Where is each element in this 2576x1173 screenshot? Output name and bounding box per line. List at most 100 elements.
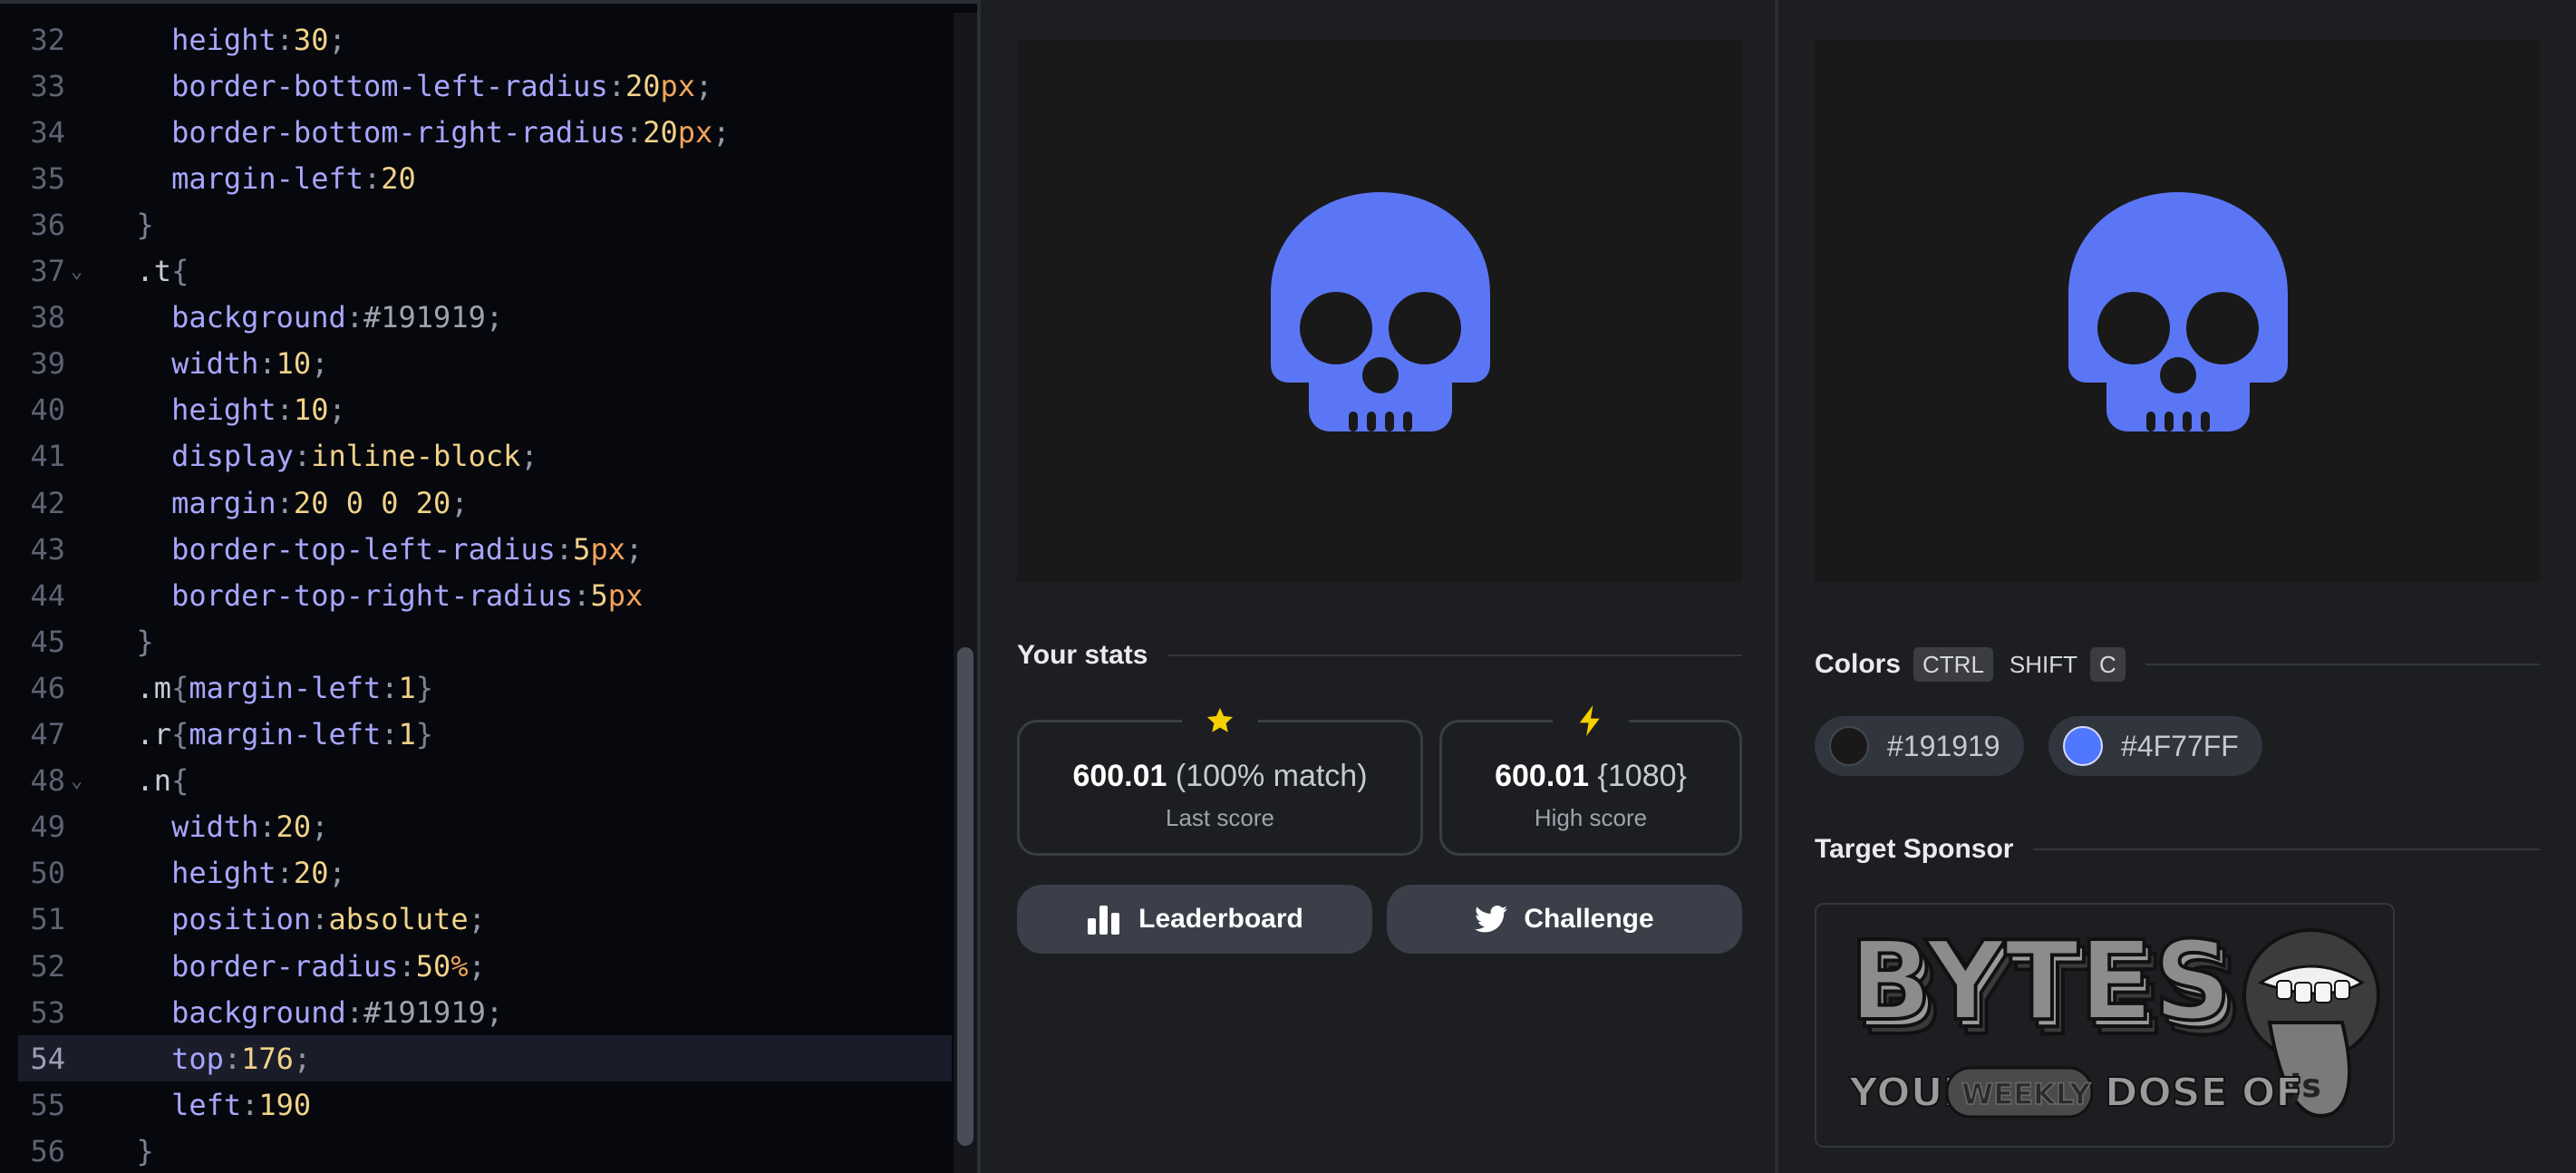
sponsor-heading: Target Sponsor	[1815, 834, 2540, 865]
high-score-chars: {1080}	[1597, 759, 1687, 793]
challenge-button[interactable]: Challenge	[1387, 885, 1742, 954]
line-number: 38	[30, 300, 65, 335]
color-swatch	[2063, 726, 2103, 766]
last-score-card: 600.01 (100% match) Last score	[1017, 701, 1423, 856]
line-number: 48	[30, 763, 65, 799]
color-hex-label: #191919	[1887, 729, 2000, 762]
line-number: 50	[30, 856, 65, 891]
code-text: height:30;	[171, 22, 346, 57]
code-line[interactable]: 55 left:190	[0, 1081, 954, 1128]
line-number: 49	[30, 809, 65, 845]
code-text: .t{	[136, 254, 189, 288]
line-number: 34	[30, 114, 65, 150]
line-number: 54	[30, 1041, 65, 1076]
line-number: 56	[30, 1133, 65, 1168]
code-text: border-bottom-right-radius:20px;	[171, 114, 731, 150]
code-line[interactable]: 32 height:30;	[0, 16, 954, 63]
line-number: 35	[30, 160, 65, 196]
line-number: 46	[30, 670, 65, 705]
code-line[interactable]: 47 .r{margin-left:1}	[0, 712, 954, 758]
code-line[interactable]: 33 border-bottom-left-radius:20px;	[0, 63, 954, 109]
leaderboard-label: Leaderboard	[1138, 904, 1303, 934]
line-number: 43	[30, 531, 65, 567]
fold-chevron-icon[interactable]: ⌄	[65, 260, 102, 283]
code-line[interactable]: 50 height:20;	[0, 850, 954, 897]
code-line[interactable]: 38 background:#191919;	[0, 295, 954, 341]
code-line[interactable]: 46 .m{margin-left:1}	[0, 664, 954, 711]
code-line[interactable]: 37 ⌄ .t{	[0, 248, 954, 295]
code-text: left:190	[171, 1087, 312, 1122]
code-text: .m{margin-left:1}	[136, 670, 434, 705]
line-number: 37	[30, 254, 65, 288]
code-text: width:10;	[171, 346, 329, 382]
section-divider	[2145, 664, 2540, 665]
code-text: }	[136, 207, 154, 242]
code-text: background:#191919;	[171, 300, 504, 335]
high-score-card: 600.01 {1080} High score	[1439, 701, 1742, 856]
target-preview[interactable]	[1815, 40, 2540, 582]
last-score-label: Last score	[1166, 804, 1274, 831]
code-line[interactable]: 42 margin:20 0 0 20;	[0, 480, 954, 526]
sponsor-heading-text: Target Sponsor	[1815, 834, 2014, 864]
shortcut-key-c: C	[2090, 647, 2126, 682]
code-line[interactable]: 51 position:absolute;	[0, 897, 954, 943]
code-line[interactable]: 36 }	[0, 201, 954, 247]
line-number: 47	[30, 717, 65, 751]
code-text: margin-left:20	[171, 160, 416, 196]
lightning-icon	[1553, 701, 1629, 741]
code-text: }	[136, 1133, 154, 1168]
last-score-value: 600.01 (100% match)	[1020, 759, 1420, 794]
line-number: 55	[30, 1087, 65, 1122]
line-number: 52	[30, 948, 65, 984]
fold-chevron-icon[interactable]: ⌄	[65, 770, 102, 792]
leaderboard-button[interactable]: Leaderboard	[1017, 885, 1372, 954]
code-line[interactable]: 35 margin-left:20	[0, 155, 954, 201]
code-line[interactable]: 41 display:inline-block;	[0, 433, 954, 480]
color-chip-accent[interactable]: #4F77FF	[2048, 716, 2262, 776]
code-line[interactable]: 40 height:10;	[0, 387, 954, 433]
editor-scrollbar-thumb[interactable]	[957, 647, 973, 1146]
section-divider	[2033, 848, 2540, 850]
line-number: 45	[30, 624, 65, 659]
code-line[interactable]: 34 border-bottom-right-radius:20px;	[0, 109, 954, 155]
stats-heading: Your stats	[1017, 640, 1742, 671]
code-text: background:#191919;	[171, 994, 504, 1030]
sponsor-banner[interactable]: BYTES BYTES BYTES Js YOUR WEEKLY DOSE OF	[1815, 903, 2395, 1148]
code-text: height:10;	[171, 393, 346, 428]
color-chip-background[interactable]: #191919	[1815, 716, 2024, 776]
line-number: 42	[30, 485, 65, 520]
high-score-value: 600.01 {1080}	[1442, 759, 1739, 794]
skull-target-image	[2068, 192, 2288, 431]
code-line[interactable]: 44 border-top-right-radius:5px	[0, 572, 954, 618]
code-line[interactable]: 53 background:#191919;	[0, 989, 954, 1035]
code-line[interactable]: 39 width:10;	[0, 341, 954, 387]
last-score-number: 600.01	[1072, 759, 1167, 793]
code-line[interactable]: 49 width:20;	[0, 804, 954, 850]
code-line[interactable]: 56 }	[0, 1128, 954, 1173]
challenge-label: Challenge	[1524, 904, 1654, 934]
svg-text:BYTES: BYTES	[1849, 919, 2232, 1045]
code-text: width:20;	[171, 809, 329, 845]
line-number: 36	[30, 207, 65, 242]
output-preview[interactable]	[1017, 40, 1742, 582]
code-editor[interactable]: 32 height:30; 33 border-bottom-left-radiu…	[0, 0, 977, 1173]
color-swatch	[1829, 726, 1869, 766]
code-text: margin:20 0 0 20;	[171, 485, 469, 520]
color-hex-label: #4F77FF	[2121, 729, 2239, 762]
code-line[interactable]: 54 top:176;	[18, 1035, 952, 1082]
line-number: 40	[30, 393, 65, 428]
code-line[interactable]: 48 ⌄ .n{	[0, 758, 954, 804]
code-line[interactable]: 45 }	[0, 618, 954, 664]
line-number: 44	[30, 577, 65, 613]
code-text: border-radius:50%;	[171, 948, 486, 984]
code-text: .n{	[136, 763, 189, 799]
code-text: border-top-left-radius:5px;	[171, 531, 644, 567]
code-line[interactable]: 43 border-top-left-radius:5px;	[0, 526, 954, 572]
shortcut-key-ctrl: CTRL	[1913, 647, 1993, 682]
twitter-icon	[1475, 906, 1508, 933]
svg-text:WEEKLY: WEEKLY	[1961, 1077, 2091, 1111]
code-line[interactable]: 52 border-radius:50%;	[0, 943, 954, 989]
shortcut-key-shift: SHIFT	[2009, 650, 2078, 678]
star-icon	[1182, 701, 1258, 741]
output-panel: Your stats 600.01 (100% match) Last scor…	[981, 0, 1777, 1173]
